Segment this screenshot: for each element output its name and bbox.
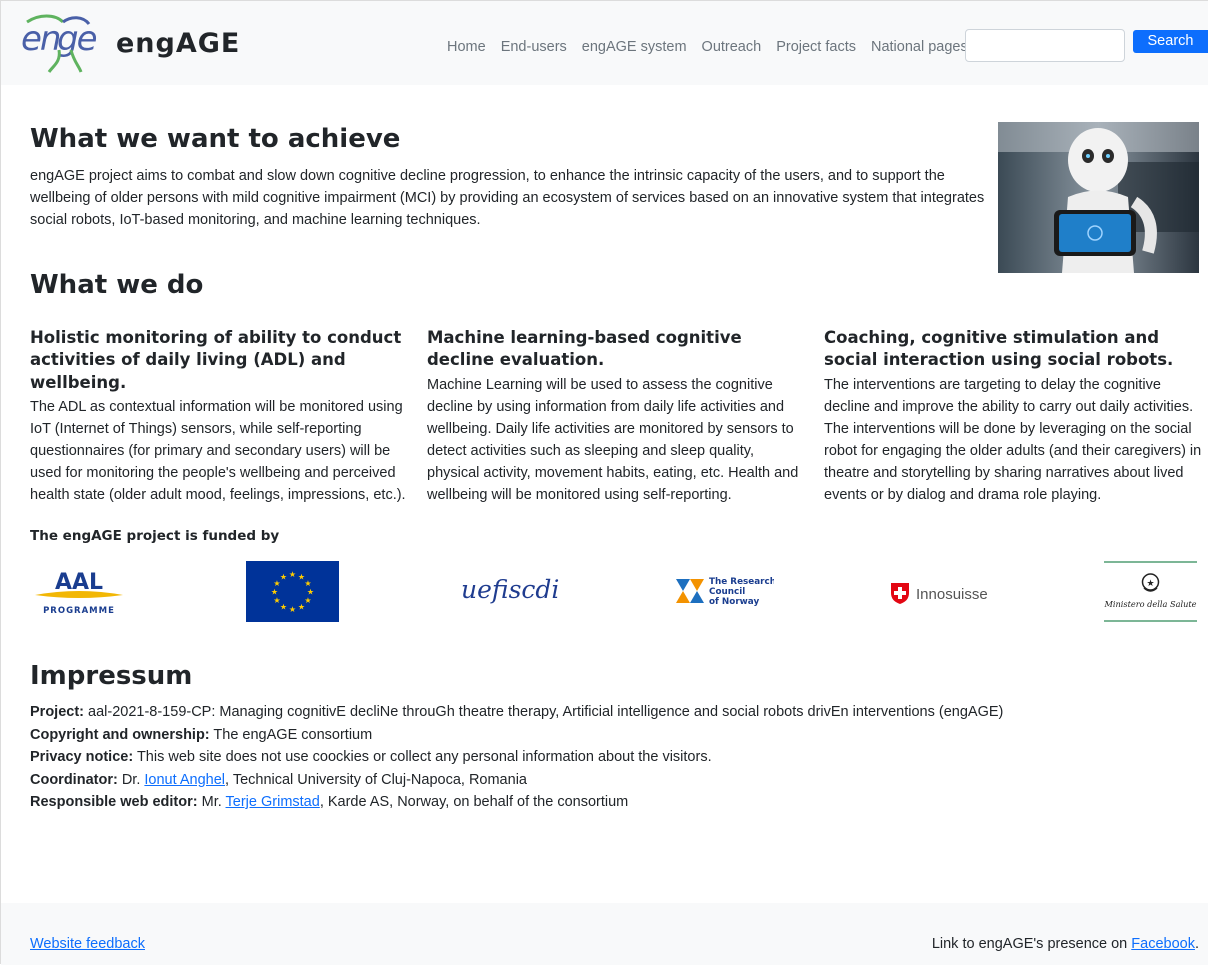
- svg-text:★: ★: [289, 605, 296, 614]
- funded-by-label: The engAGE project is funded by: [30, 528, 280, 544]
- column-social-robots: Coaching, cognitive stimulation and soci…: [824, 327, 1202, 506]
- svg-text:ge: ge: [57, 19, 97, 59]
- achieve-heading: What we want to achieve: [30, 124, 401, 154]
- column-heading: Machine learning-based cognitive decline…: [427, 328, 742, 370]
- facebook-notice: Link to engAGE's presence on Facebook.: [931, 936, 1199, 952]
- svg-text:★: ★: [271, 588, 278, 597]
- svg-text:Ministero della Salute: Ministero della Salute: [1104, 599, 1197, 609]
- search-input[interactable]: [965, 29, 1125, 62]
- svg-text:★: ★: [273, 596, 280, 605]
- nav-engage-system[interactable]: engAGE system: [582, 37, 687, 59]
- impressum-coordinator: Coordinator: Dr. Ionut Anghel, Technical…: [30, 771, 527, 788]
- research-council-norway-logo[interactable]: The Research Council of Norway: [674, 573, 776, 609]
- svg-text:★: ★: [289, 570, 296, 579]
- column-adl-monitoring: Holistic monitoring of ability to conduc…: [30, 327, 407, 506]
- aal-programme-logo[interactable]: AAL PROGRAMME: [31, 567, 127, 619]
- website-feedback-link[interactable]: Website feedback: [30, 934, 145, 956]
- svg-text:The Research: The Research: [709, 577, 774, 587]
- impressum-heading: Impressum: [30, 661, 193, 691]
- nav-outreach[interactable]: Outreach: [702, 37, 762, 59]
- column-ml-evaluation: Machine learning-based cognitive decline…: [427, 327, 804, 506]
- main-nav: Home End-users engAGE system Outreach Pr…: [447, 37, 968, 59]
- coordinator-link[interactable]: Ionut Anghel: [144, 772, 225, 788]
- impressum-editor: Responsible web editor: Mr. Terje Grimst…: [30, 794, 629, 810]
- achieve-text: engAGE project aims to combat and slow d…: [30, 168, 985, 228]
- impressum-copyright: Copyright and ownership: The engAGE cons…: [30, 726, 373, 743]
- svg-text:of Norway: of Norway: [709, 597, 759, 607]
- eu-flag-logo[interactable]: ★ ★ ★ ★ ★ ★ ★ ★ ★ ★ ★ ★: [246, 561, 339, 622]
- ministero-salute-logo[interactable]: ★ Ministero della Salute: [1103, 561, 1197, 622]
- svg-text:★: ★: [280, 603, 287, 612]
- svg-text:uefiscdi: uefiscdi: [461, 575, 559, 604]
- svg-text:★: ★: [1146, 578, 1154, 588]
- whatwedo-heading: What we do: [30, 270, 204, 300]
- svg-text:★: ★: [298, 603, 305, 612]
- facebook-link[interactable]: Facebook: [1131, 936, 1195, 952]
- column-text: The interventions are targeting to delay…: [824, 376, 1202, 503]
- editor-link[interactable]: Terje Grimstad: [226, 794, 320, 810]
- nav-home[interactable]: Home: [447, 37, 486, 59]
- column-text: The ADL as contextual information will b…: [30, 398, 406, 503]
- search-button[interactable]: Search: [1133, 30, 1208, 53]
- nav-national-pages[interactable]: National pages: [871, 37, 968, 59]
- column-text: Machine Learning will be used to assess …: [427, 376, 799, 503]
- engage-logo-icon[interactable]: en ge: [19, 14, 99, 74]
- svg-text:PROGRAMME: PROGRAMME: [43, 606, 115, 616]
- nav-project-facts[interactable]: Project facts: [776, 37, 856, 59]
- column-heading: Coaching, cognitive stimulation and soci…: [824, 328, 1174, 370]
- navbar: en ge engAGE Home End-users engAGE syste…: [1, 1, 1208, 85]
- nav-end-users[interactable]: End-users: [501, 37, 567, 59]
- svg-text:★: ★: [280, 573, 287, 582]
- footer: Website feedback Link to engAGE's presen…: [1, 903, 1208, 965]
- uefiscdi-logo[interactable]: uefiscdi: [459, 571, 559, 607]
- column-heading: Holistic monitoring of ability to conduc…: [30, 328, 402, 392]
- svg-text:Council: Council: [709, 587, 745, 597]
- innosuisse-logo[interactable]: Innosuisse: [889, 581, 989, 605]
- svg-text:★: ★: [304, 596, 311, 605]
- impressum-privacy: Privacy notice: This web site does not u…: [30, 749, 712, 765]
- svg-text:en: en: [21, 19, 60, 59]
- robot-photo: [998, 122, 1199, 273]
- brand-name[interactable]: engAGE: [116, 28, 240, 60]
- svg-text:Innosuisse: Innosuisse: [916, 586, 988, 603]
- impressum-details: Project: aal-2021-8-159-CP: Managing cog…: [30, 701, 1200, 814]
- impressum-project: Project: aal-2021-8-159-CP: Managing cog…: [30, 704, 1004, 720]
